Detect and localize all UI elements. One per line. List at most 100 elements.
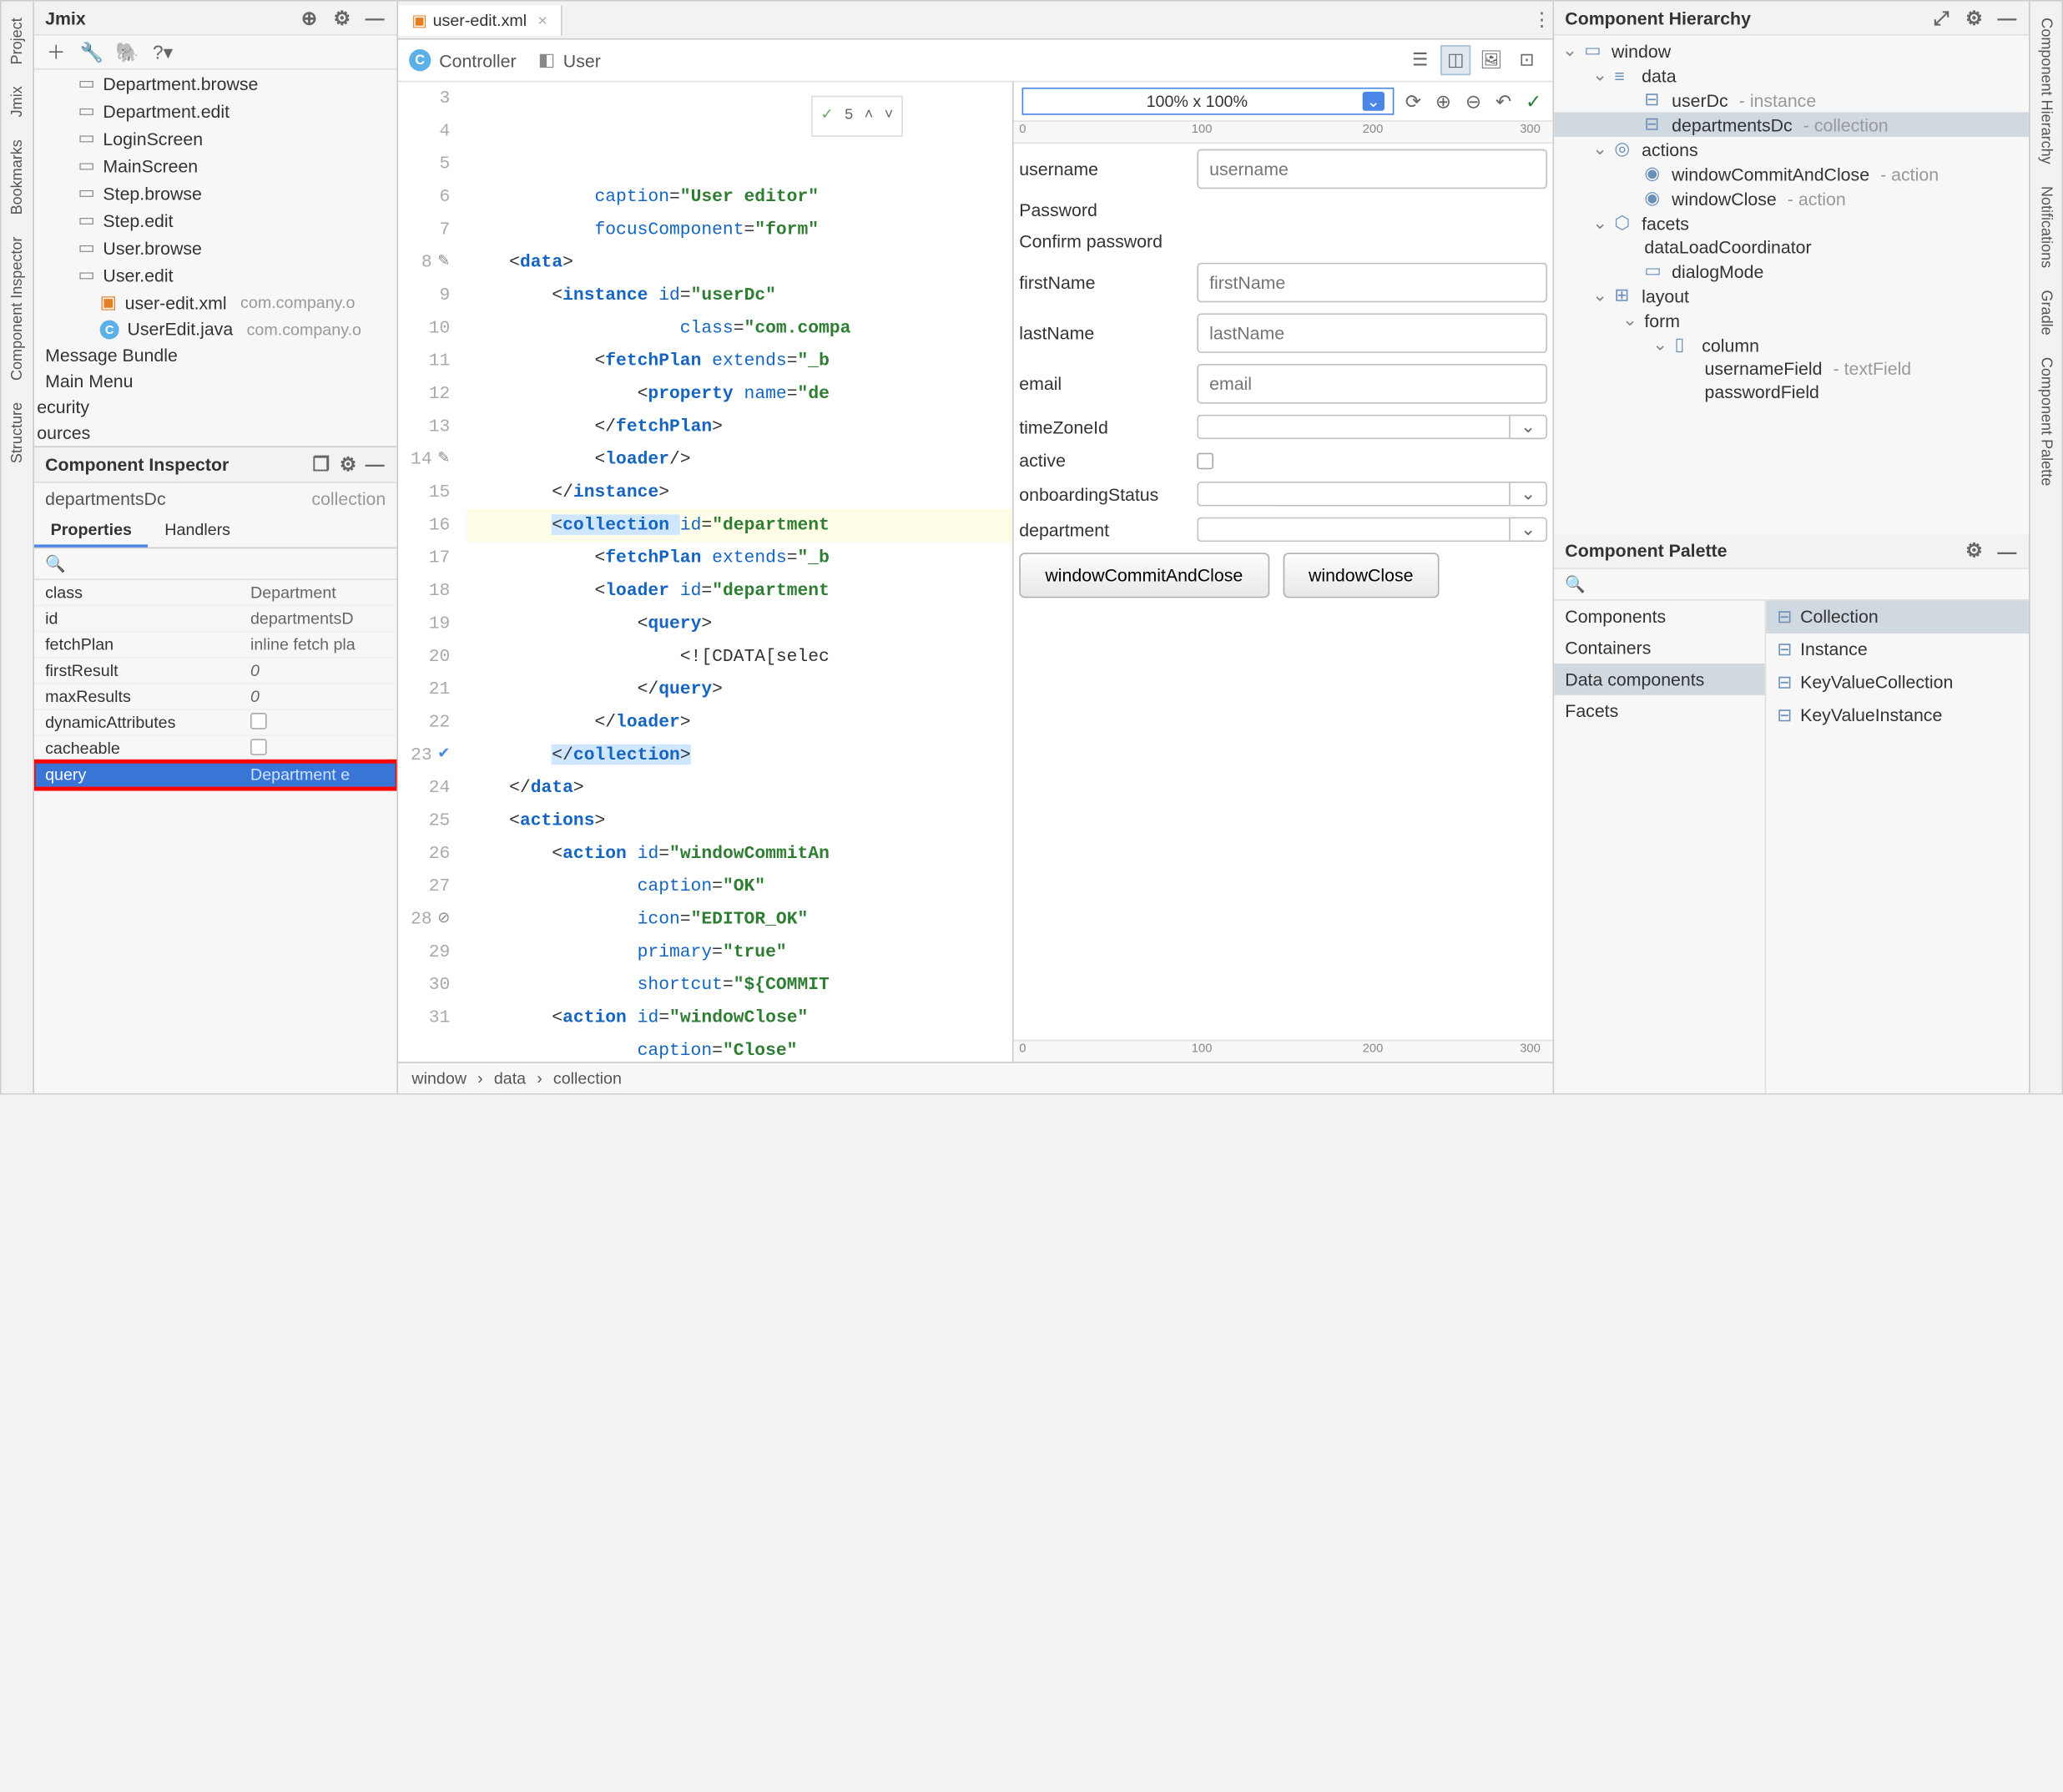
chevron-down-icon[interactable]: ⌄ <box>1562 40 1579 62</box>
chevron-down-icon[interactable]: ⌄ <box>1509 482 1547 507</box>
hierarchy-item[interactable]: ⌄form <box>1554 308 2029 333</box>
chevron-down-icon[interactable]: ⌄ <box>1592 139 1609 160</box>
jmix-tree-item[interactable]: ▭Step.edit <box>34 207 396 235</box>
tab-jmix[interactable]: Jmix <box>6 76 28 129</box>
chevron-down-icon[interactable]: ⌄ <box>1592 285 1609 306</box>
jmix-tree-item[interactable]: ▭Step.browse <box>34 179 396 207</box>
hierarchy-item[interactable]: ⊟userDc - instance <box>1554 88 2029 113</box>
palette-item[interactable]: ⊟Collection <box>1766 600 2029 633</box>
tab-component-hierarchy[interactable]: Component Hierarchy <box>2035 7 2056 175</box>
dialog-button[interactable]: windowCommitAndClose <box>1019 553 1269 598</box>
property-row[interactable]: maxResults0 <box>34 684 396 709</box>
chevron-down-icon[interactable]: ⌄ <box>1592 64 1609 86</box>
combo-body[interactable] <box>1197 482 1509 507</box>
chevron-down-icon[interactable]: ⌄ <box>1622 309 1639 331</box>
text-input[interactable] <box>1197 364 1547 404</box>
tab-handlers[interactable]: Handlers <box>149 514 247 547</box>
property-row[interactable]: dynamicAttributes <box>34 709 396 735</box>
text-input[interactable] <box>1197 313 1547 353</box>
hierarchy-item[interactable]: ⌄⬡facets <box>1554 210 2029 235</box>
hierarchy-item[interactable]: ◉windowClose - action <box>1554 186 2029 211</box>
palette-search-input[interactable] <box>1562 571 2020 596</box>
hierarchy-item[interactable]: dataLoadCoordinator <box>1554 235 2029 259</box>
hierarchy-item[interactable]: ▭dialogMode <box>1554 259 2029 284</box>
user-pill[interactable]: ◧ User <box>538 49 601 71</box>
minimize-icon[interactable]: — <box>1996 7 2018 28</box>
file-tab-user-edit[interactable]: ▣ user-edit.xml × <box>398 5 562 35</box>
combo-body[interactable] <box>1197 415 1509 440</box>
hierarchy-item[interactable]: ⌄◎actions <box>1554 137 2029 162</box>
gear-icon[interactable]: ⚙ <box>337 453 359 475</box>
tab-component-inspector[interactable]: Component Inspector <box>6 225 28 391</box>
jmix-tree-item[interactable]: Message Bundle <box>34 342 396 368</box>
refresh-icon[interactable]: ⟳ <box>1402 90 1424 112</box>
hierarchy-item[interactable]: passwordField <box>1554 381 2029 404</box>
jmix-tree-item[interactable]: ▭Department.edit <box>34 97 396 124</box>
jmix-tree-item[interactable]: ecurity <box>34 394 396 420</box>
text-input[interactable] <box>1197 149 1547 189</box>
plus-icon[interactable]: ＋ <box>45 41 67 63</box>
palette-item[interactable]: ⊟Instance <box>1766 633 2029 665</box>
more-icon[interactable]: ⋮ <box>1531 9 1552 31</box>
hierarchy-item[interactable]: ⌄▯column <box>1554 332 2029 357</box>
inspector-search-input[interactable] <box>43 551 389 576</box>
breadcrumb-item[interactable]: data <box>494 1068 526 1088</box>
undo-icon[interactable]: ↶ <box>1492 90 1514 112</box>
jmix-tree-item[interactable]: ▣user-edit.xmlcom.company.o <box>34 289 396 316</box>
dialog-button[interactable]: windowClose <box>1283 553 1440 598</box>
tab-project[interactable]: Project <box>6 7 28 75</box>
palette-item[interactable]: ⊟KeyValueInstance <box>1766 699 2029 731</box>
chevron-down-icon[interactable]: ˅ <box>885 100 894 133</box>
jmix-tree-item[interactable]: ▭User.browse <box>34 234 396 261</box>
hierarchy-item[interactable]: ◉windowCommitAndClose - action <box>1554 161 2029 186</box>
tab-bookmarks[interactable]: Bookmarks <box>6 129 28 225</box>
tab-notifications[interactable]: Notifications <box>2035 175 2056 279</box>
tab-component-palette[interactable]: Component Palette <box>2035 346 2056 497</box>
property-row[interactable]: fetchPlaninline fetch pla <box>34 632 396 658</box>
graph-icon[interactable]: ⤢ <box>1930 7 1952 28</box>
property-row[interactable]: cacheable <box>34 735 396 761</box>
target-icon[interactable]: ⊕ <box>298 7 320 28</box>
breadcrumb-item[interactable]: window <box>411 1068 467 1088</box>
palette-item[interactable]: ⊟KeyValueCollection <box>1766 665 2029 698</box>
tab-gradle[interactable]: Gradle <box>2035 279 2056 346</box>
view-image-icon[interactable]: 🖼 <box>1476 45 1506 75</box>
property-row[interactable]: firstResult0 <box>34 658 396 684</box>
wrench-icon[interactable]: 🔧 <box>81 41 103 63</box>
close-icon[interactable]: × <box>537 10 547 29</box>
jmix-tree-item[interactable]: ources <box>34 420 396 446</box>
breadcrumb[interactable]: window› data› collection <box>398 1062 1553 1093</box>
zoom-select[interactable]: 100% x 100% ⌄ <box>1022 88 1395 115</box>
gear-icon[interactable]: ⚙ <box>1963 7 1985 28</box>
hierarchy-item[interactable]: ⌄▭window <box>1554 38 2029 63</box>
apply-icon[interactable]: ✓ <box>1522 90 1544 112</box>
tab-properties[interactable]: Properties <box>34 514 149 547</box>
property-row[interactable]: queryDepartment e <box>34 761 396 787</box>
palette-category[interactable]: Data components <box>1554 663 1764 694</box>
minimize-icon[interactable]: — <box>1996 540 2018 562</box>
property-row[interactable]: iddepartmentsD <box>34 605 396 631</box>
view-split-icon[interactable]: ◫ <box>1440 45 1470 75</box>
gear-icon[interactable]: ⚙ <box>1963 540 1985 562</box>
chevron-up-icon[interactable]: ˄ <box>865 100 874 133</box>
zoom-out-icon[interactable]: ⊖ <box>1462 90 1484 112</box>
minimize-icon[interactable]: — <box>364 7 386 28</box>
jmix-tree-item[interactable]: ▭LoginScreen <box>34 124 396 152</box>
gear-icon[interactable]: ⚙ <box>331 7 353 28</box>
view-list-icon[interactable]: ☰ <box>1405 45 1435 75</box>
combo-body[interactable] <box>1197 517 1509 543</box>
jmix-tree-item[interactable]: ▭MainScreen <box>34 152 396 179</box>
minimize-icon[interactable]: — <box>364 453 386 475</box>
zoom-in-icon[interactable]: ⊕ <box>1432 90 1454 112</box>
code-editor[interactable]: 345678✎91011121314✎151617181920212223✔24… <box>398 82 1012 1062</box>
chevron-down-icon[interactable]: ⌄ <box>1509 517 1547 543</box>
jmix-tree-item[interactable]: ▭Department.browse <box>34 70 396 98</box>
chevron-down-icon[interactable]: ⌄ <box>1592 212 1609 234</box>
checkbox[interactable] <box>1197 452 1213 469</box>
hierarchy-item[interactable]: ⌄⊞layout <box>1554 283 2029 308</box>
window-icon[interactable]: ❐ <box>310 453 332 475</box>
hierarchy-item[interactable]: usernameField - textField <box>1554 357 2029 381</box>
chevron-down-icon[interactable]: ⌄ <box>1509 415 1547 440</box>
jmix-tree-item[interactable]: ▭User.edit <box>34 261 396 289</box>
elephant-icon[interactable]: 🐘 <box>116 41 138 63</box>
